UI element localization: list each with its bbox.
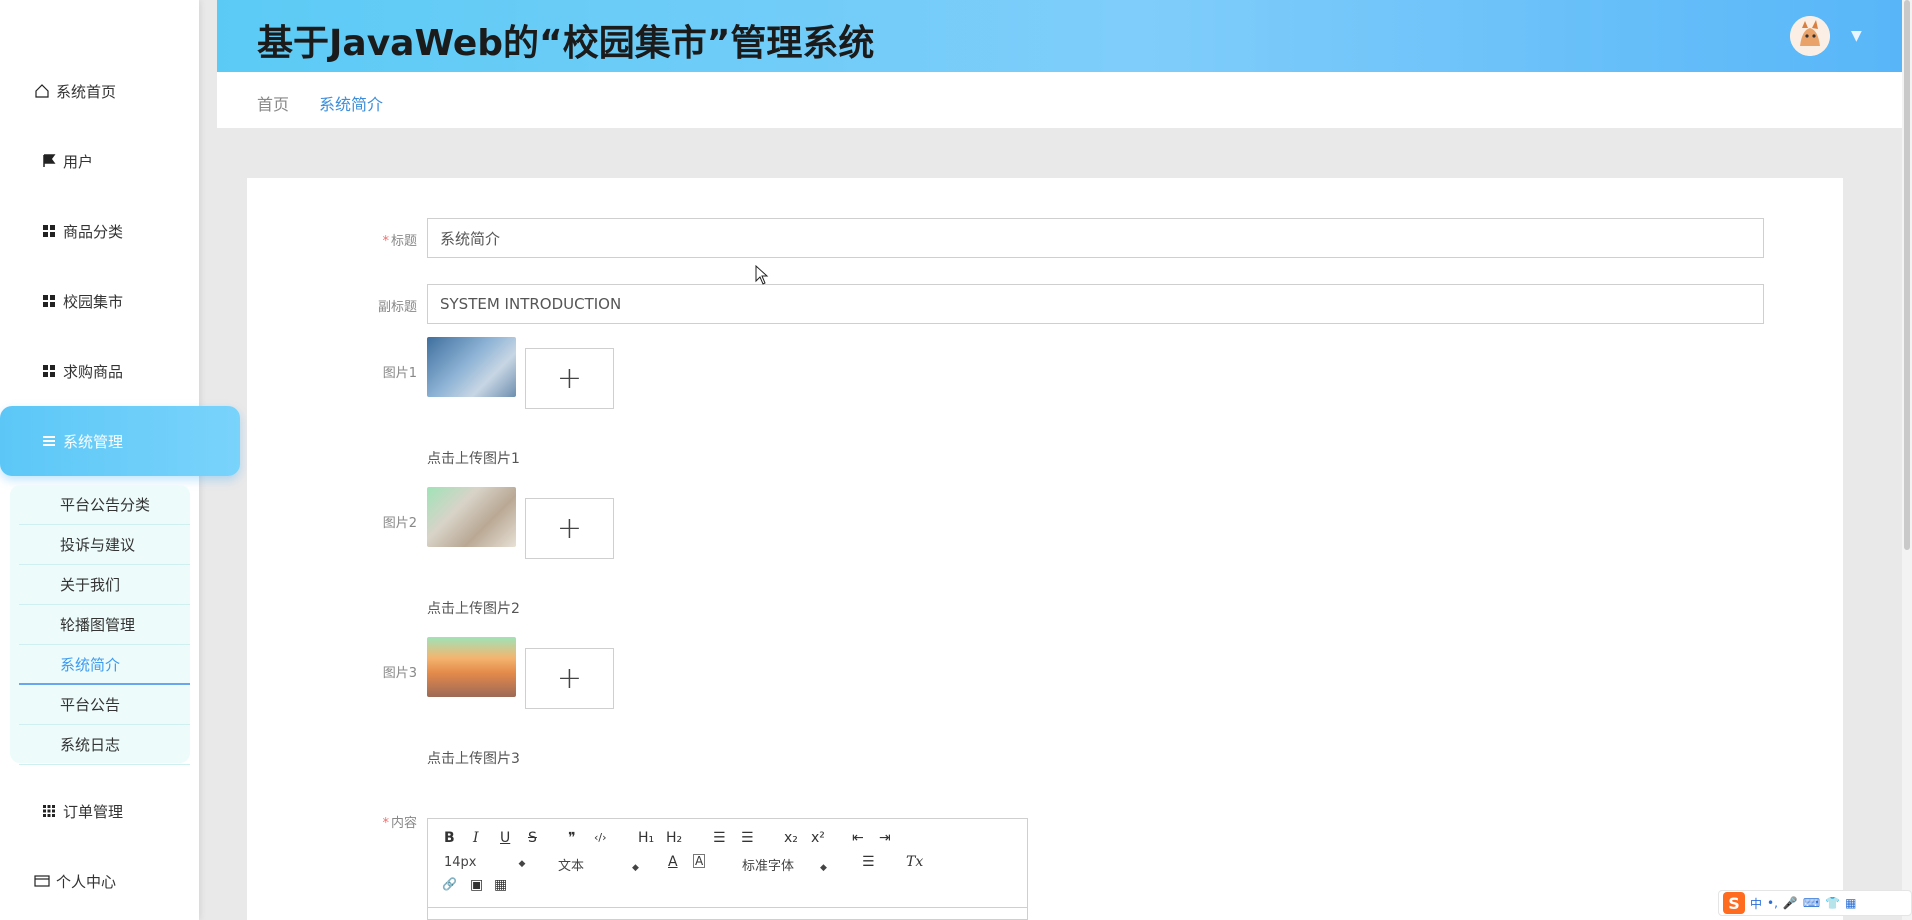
avatar[interactable] [1790, 16, 1830, 56]
h2-button[interactable]: H₂ [666, 830, 682, 846]
system-submenu: 平台公告分类 投诉与建议 关于我们 轮播图管理 系统简介 平台公告 系统日志 [10, 485, 190, 765]
ime-toolbar[interactable]: S 中 •, 🎤 ⌨ 👕 ▦ [1718, 890, 1912, 916]
apps-icon [41, 803, 57, 819]
top-header: 基于JavaWeb的“校园集市”管理系统 ▼ [217, 0, 1902, 72]
sidebar-item-category[interactable]: 商品分类 [0, 196, 240, 266]
card-icon [34, 873, 50, 889]
required-mark: * [382, 234, 389, 249]
sidebar-item-label: 商品分类 [63, 222, 124, 241]
sidebar-item-label: 求购商品 [63, 362, 124, 381]
indent-button[interactable]: ⇥ [879, 830, 891, 846]
picture3-hint: 点击上传图片3 [427, 751, 520, 767]
sidebar-item-label: 系统首页 [56, 82, 117, 101]
vertical-scrollbar[interactable] [1902, 0, 1912, 920]
sidebar-item-wanted[interactable]: 求购商品 [0, 336, 240, 406]
ordered-list-button[interactable]: ☰ [713, 830, 726, 846]
picture2-hint: 点击上传图片2 [427, 601, 520, 617]
ime-mode[interactable]: 中 [1750, 895, 1762, 912]
submenu-item-carousel[interactable]: 轮播图管理 [19, 605, 190, 645]
subtitle-label: 副标题 [377, 300, 417, 315]
apps-icon[interactable]: ▦ [1845, 896, 1856, 910]
submenu-item-about[interactable]: 关于我们 [19, 565, 190, 605]
editor-divider [428, 907, 1027, 908]
picture3-upload-button[interactable]: + [525, 648, 614, 709]
home-icon [34, 83, 50, 99]
skin-icon[interactable]: 👕 [1825, 896, 1840, 910]
picture1-thumbnail[interactable] [427, 337, 516, 397]
picture1-hint: 点击上传图片1 [427, 451, 520, 467]
strike-button[interactable]: S [528, 830, 537, 846]
italic-button[interactable]: I [473, 830, 479, 846]
sidebar-item-profile[interactable]: 个人中心 [0, 846, 233, 916]
h1-button[interactable]: H₁ [638, 830, 654, 846]
font-family-select[interactable]: 标准字体 ◆ [742, 855, 827, 874]
title-label: * 标题 [382, 234, 417, 249]
chevron-down-icon[interactable]: ▼ [1851, 28, 1862, 44]
quote-button[interactable]: ❞ [568, 830, 576, 846]
menu-icon [41, 433, 57, 449]
superscript-button[interactable]: x² [811, 830, 825, 846]
sidebar-item-home[interactable]: 系统首页 [0, 56, 233, 126]
punctuation-icon[interactable]: •, [1767, 896, 1778, 910]
sidebar-item-label: 用户 [63, 152, 94, 171]
font-size-select[interactable]: 14px ◆ [444, 855, 525, 870]
sidebar-item-market[interactable]: 校园集市 [0, 266, 240, 336]
flag-icon [41, 153, 57, 169]
submenu-item-feedback[interactable]: 投诉与建议 [19, 525, 190, 565]
sidebar-item-label: 系统管理 [63, 432, 124, 451]
microphone-icon[interactable]: 🎤 [1783, 896, 1798, 910]
clear-format-button[interactable]: Tx [906, 854, 923, 870]
bullet-list-button[interactable]: ☰ [741, 830, 754, 846]
picture2-upload-button[interactable]: + [525, 498, 614, 559]
submenu-item-intro[interactable]: 系统简介 [19, 645, 190, 685]
font-color-button[interactable]: A [668, 854, 678, 870]
sidebar-item-label: 订单管理 [63, 802, 124, 821]
subscript-button[interactable]: x₂ [784, 830, 798, 846]
picture2-thumbnail[interactable] [427, 487, 516, 547]
code-button[interactable]: ‹/› [594, 831, 607, 844]
app-title: 基于JavaWeb的“校园集市”管理系统 [257, 23, 875, 64]
background-color-button[interactable]: A [693, 854, 706, 868]
submenu-item-notice[interactable]: 平台公告 [19, 685, 190, 725]
block-type-select[interactable]: 文本 ◆ [558, 855, 639, 874]
underline-button[interactable]: U [500, 830, 510, 846]
grid-icon [41, 293, 57, 309]
outdent-button[interactable]: ⇤ [852, 830, 864, 846]
grid-icon [41, 223, 57, 239]
picture1-upload-button[interactable]: + [525, 348, 614, 409]
picture2-label: 图片2 [382, 516, 417, 531]
sidebar-item-label: 个人中心 [56, 872, 117, 891]
required-mark: * [382, 816, 389, 831]
keyboard-icon[interactable]: ⌨ [1803, 896, 1820, 910]
rich-text-editor: B I U S ❞ ‹/› H₁ H₂ ☰ ☰ x₂ x² ⇤ ⇥ 14px ◆ … [427, 818, 1028, 920]
breadcrumb-current: 系统简介 [319, 95, 384, 114]
align-button[interactable]: ☰ [862, 854, 875, 870]
grid-icon [41, 363, 57, 379]
sidebar-item-orders[interactable]: 订单管理 [0, 776, 240, 846]
submenu-item-notice-category[interactable]: 平台公告分类 [19, 485, 190, 525]
breadcrumb-home[interactable]: 首页 [257, 91, 289, 115]
content-label: * 内容 [382, 816, 417, 831]
sidebar-item-users[interactable]: 用户 [0, 126, 240, 196]
image-button[interactable]: ▣ [470, 877, 483, 893]
picture1-label: 图片1 [382, 366, 417, 381]
sidebar-item-system[interactable]: 系统管理 [0, 406, 240, 476]
video-button[interactable]: ▦ [494, 877, 507, 893]
picture3-label: 图片3 [382, 666, 417, 681]
bold-button[interactable]: B [444, 830, 455, 846]
breadcrumb: 首页 系统简介 [217, 72, 1902, 128]
sidebar-item-label: 校园集市 [63, 292, 124, 311]
ime-logo-icon: S [1723, 892, 1745, 914]
subtitle-input[interactable]: SYSTEM INTRODUCTION [427, 284, 1764, 324]
scrollbar-thumb[interactable] [1904, 0, 1910, 550]
sidebar: 系统首页 用户 商品分类 校园集市 求购商品 系统管理 平台公告分类 投诉与建议… [0, 0, 240, 920]
submenu-item-log[interactable]: 系统日志 [19, 725, 190, 765]
form-card: * 标题 系统简介 副标题 SYSTEM INTRODUCTION 图片1 + 点… [247, 178, 1843, 920]
title-input[interactable]: 系统简介 [427, 218, 1764, 258]
mouse-cursor-icon [755, 265, 769, 285]
link-button[interactable]: 🔗 [442, 877, 457, 891]
picture3-thumbnail[interactable] [427, 637, 516, 697]
